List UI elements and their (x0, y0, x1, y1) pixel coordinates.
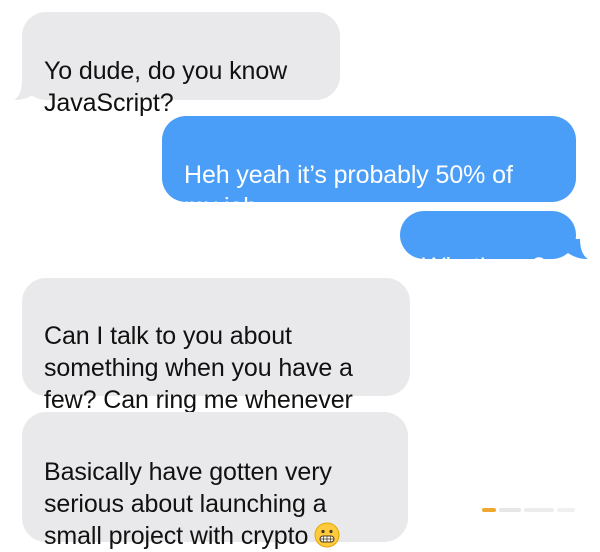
received-message-bubble[interactable]: Yo dude, do you know JavaScript? (22, 12, 340, 117)
message-text: Can I talk to you about something when y… (44, 322, 353, 414)
watermark (482, 508, 592, 514)
sent-bubble-tail (568, 239, 588, 259)
received-bubble-tail (14, 80, 34, 100)
received-message-bubble[interactable]: Can I talk to you about something when y… (22, 278, 410, 414)
sent-message-bubble[interactable]: What’s up? (400, 211, 576, 281)
message-text: Yo dude, do you know JavaScript? (44, 57, 288, 117)
received-message-bubble[interactable]: Basically have gotten very serious about… (22, 412, 408, 550)
sent-message-bubble[interactable]: Heh yeah it’s probably 50% of my job (162, 116, 576, 221)
message-text: What’s up? (422, 253, 546, 281)
message-text: Basically have gotten very serious about… (44, 458, 332, 550)
grimacing-face-emoji-icon (314, 522, 340, 548)
